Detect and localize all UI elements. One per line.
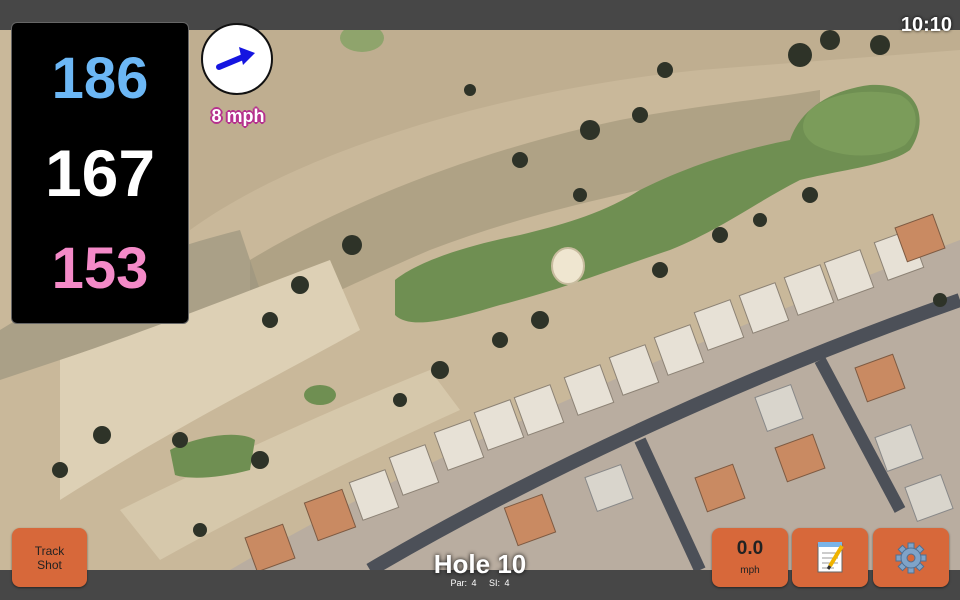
hole-par: Par: 4 [450,578,477,588]
arrow-icon [216,47,255,70]
speed-value: 0.0 [736,538,764,559]
wind-direction-indicator [201,23,273,95]
hole-title: Hole 10 [433,549,527,579]
speed-unit: mph [740,565,760,576]
track-shot-label-line2: Shot [37,558,62,572]
distance-front: 153 [51,236,149,301]
distance-back: 186 [51,46,149,111]
speed-button[interactable]: 0.0 mph [712,528,788,587]
wind-speed: 8 mph [211,106,265,126]
distance-panel: 186 167 153 [11,22,189,324]
notepad-icon [817,542,844,573]
settings-button[interactable] [873,528,949,587]
hole-info: Par: 4 SI: 4 [380,578,580,588]
track-shot-button[interactable]: Track Shot [12,528,87,587]
track-shot-label-line1: Track [34,544,65,558]
clock: 10:10 [900,14,952,36]
notes-button[interactable] [792,528,868,587]
hole-si: SI: 4 [489,578,510,588]
distance-middle: 167 [44,136,156,210]
gear-icon [895,542,927,574]
